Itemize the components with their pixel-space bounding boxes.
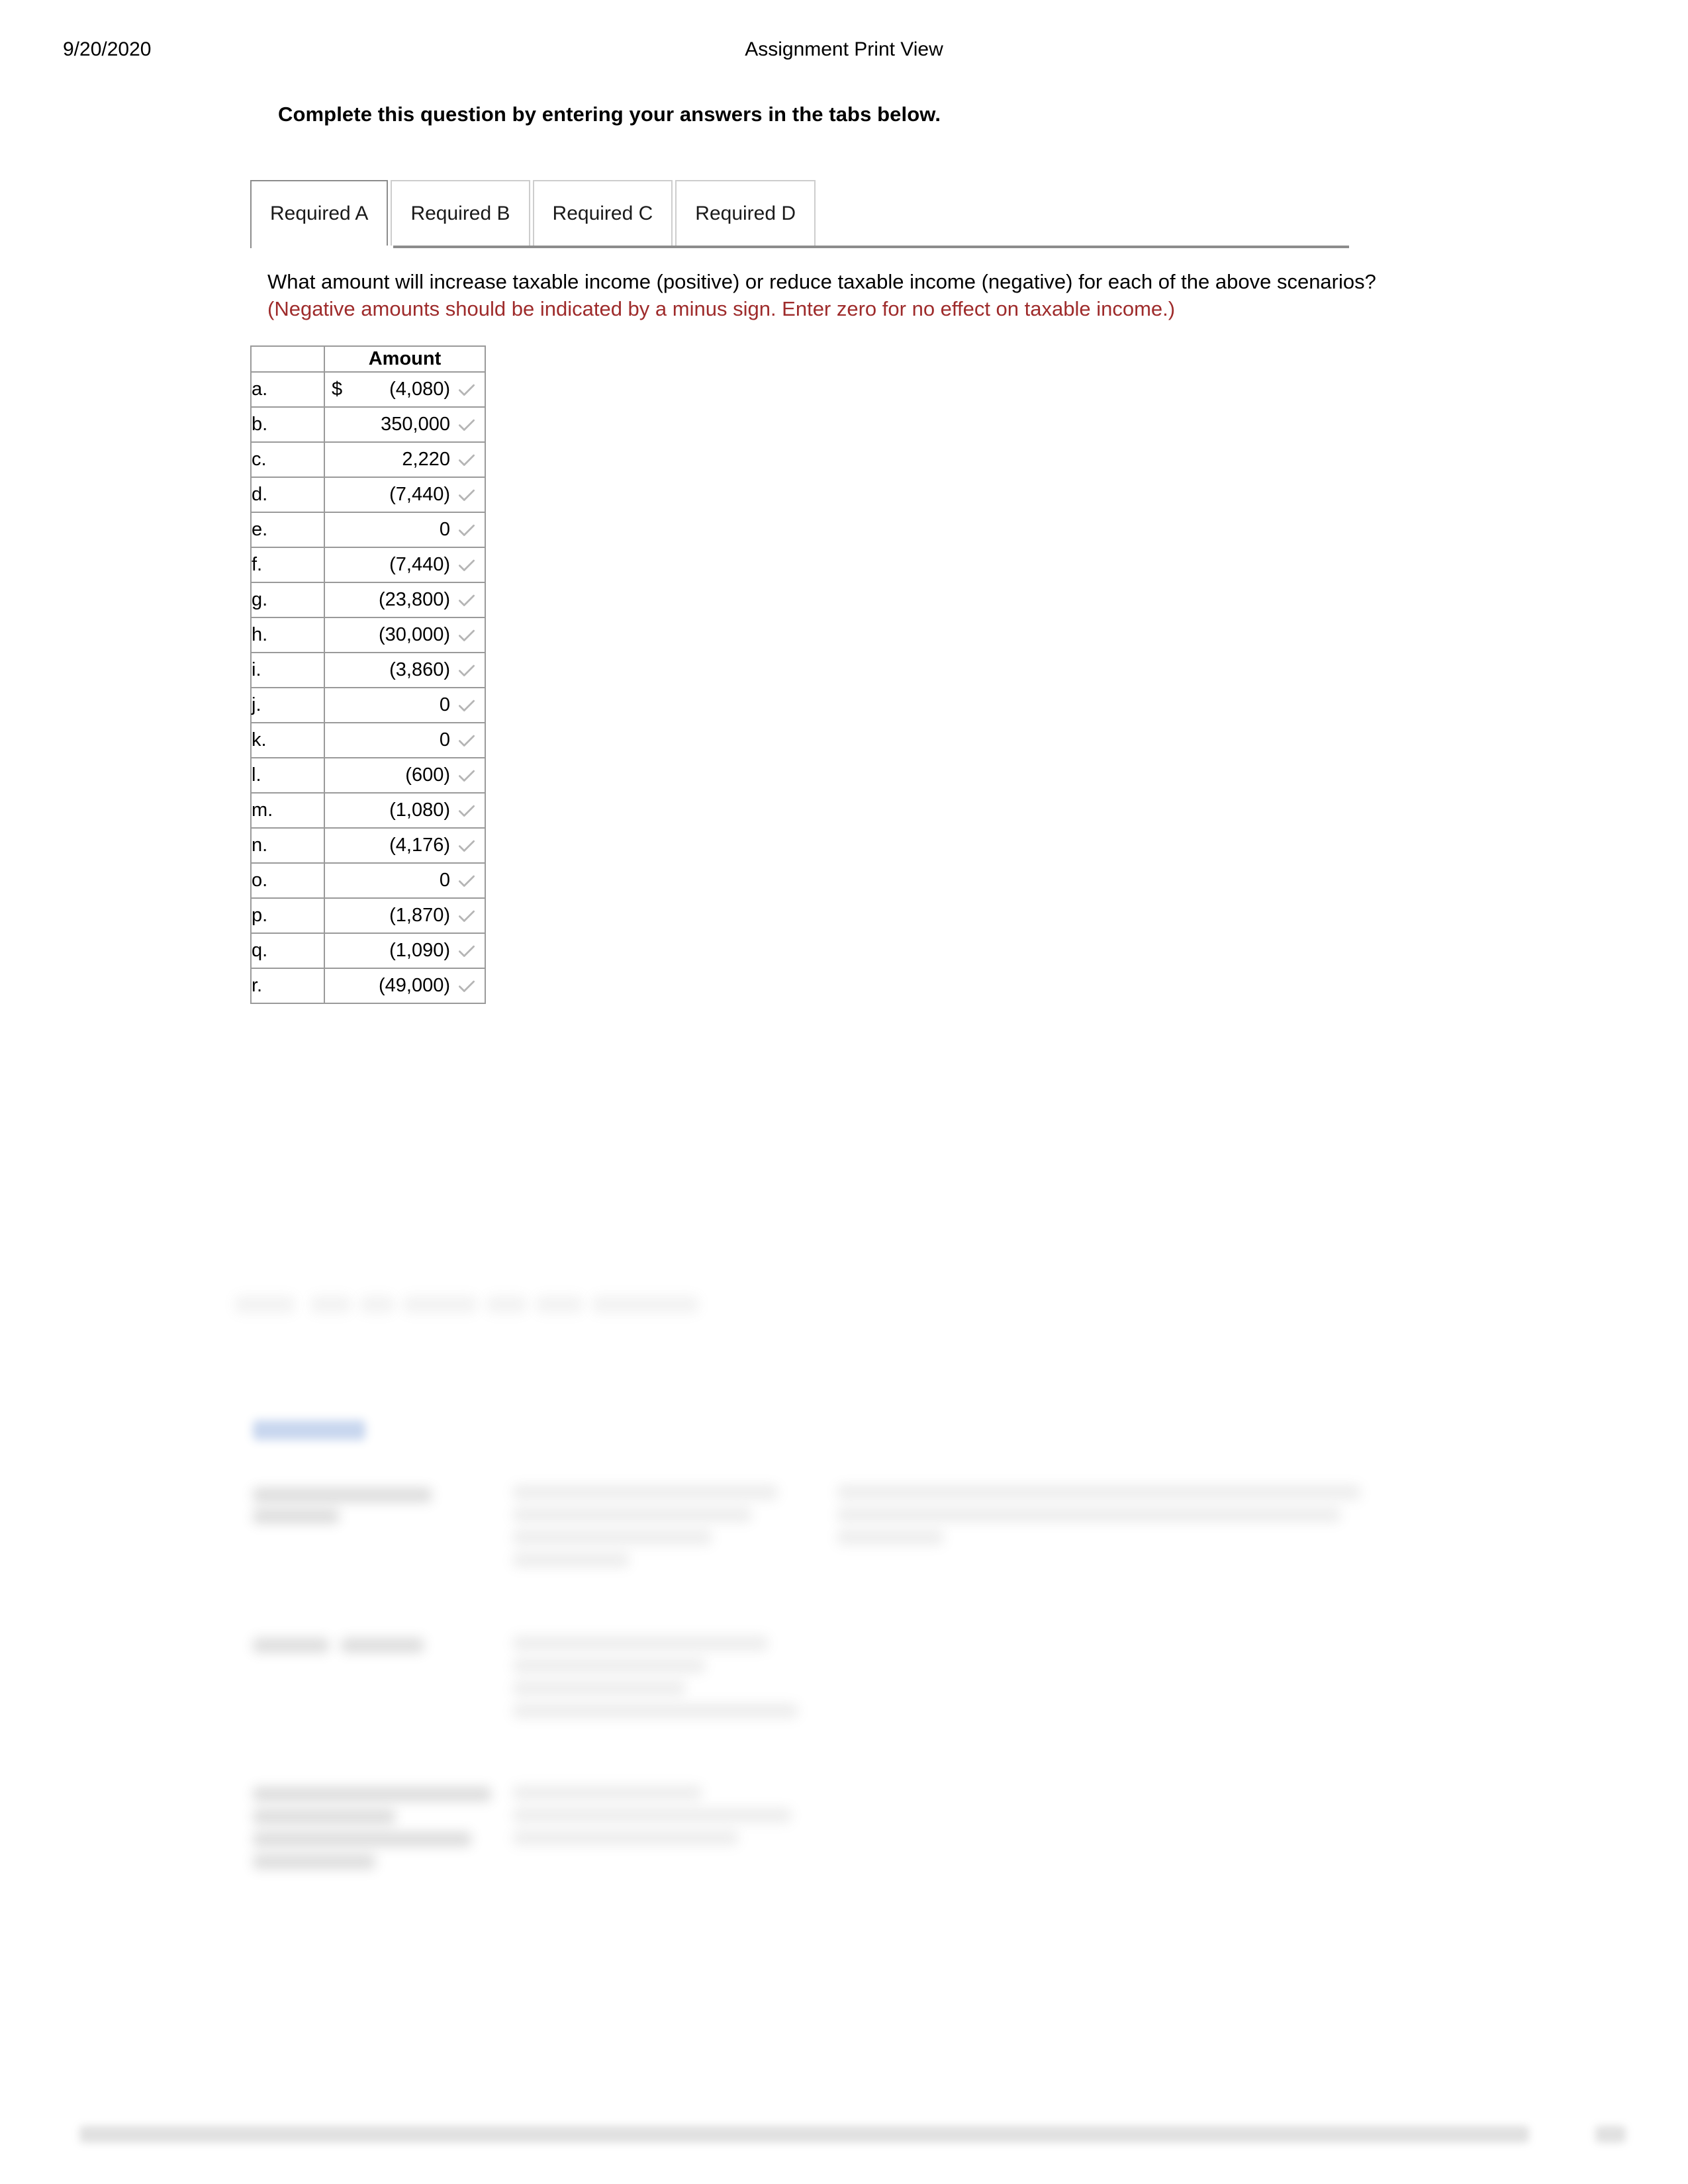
obscured-text-block xyxy=(837,1530,943,1545)
obscured-text-block xyxy=(513,1553,629,1567)
obscured-text-block xyxy=(513,1485,778,1500)
obscured-text-block xyxy=(837,1485,1360,1500)
obscured-text-block xyxy=(361,1296,394,1313)
obscured-heading-block xyxy=(253,1809,395,1824)
obscured-text-block xyxy=(513,1508,751,1522)
obscured-text-block xyxy=(513,1831,738,1845)
required-tabs: Required A Required B Required C Required D xyxy=(250,180,816,246)
obscured-content-layer xyxy=(0,0,1688,2184)
obscured-text-block xyxy=(513,1659,705,1673)
obscured-text-block xyxy=(311,1296,351,1313)
obscured-text-block xyxy=(837,1508,1340,1522)
obscured-heading-block xyxy=(253,1832,471,1846)
tab-row: Required A Required B Required C Required D xyxy=(250,180,816,246)
obscured-text-block xyxy=(513,1530,712,1545)
obscured-text-block xyxy=(592,1296,698,1313)
active-tab-rule-gap xyxy=(252,246,393,249)
obscured-text-block xyxy=(487,1296,526,1313)
obscured-heading-block xyxy=(253,1509,339,1524)
tab-underline-rule xyxy=(250,246,1349,248)
tab-required-a[interactable]: Required A xyxy=(250,180,389,246)
obscured-text-block xyxy=(404,1296,477,1313)
obscured-text-block xyxy=(513,1786,702,1800)
tab-required-d[interactable]: Required D xyxy=(675,180,816,246)
obscured-heading-block xyxy=(253,1488,432,1502)
obscured-text-block xyxy=(513,1636,768,1651)
obscured-text-block xyxy=(235,1296,295,1313)
obscured-heading-block xyxy=(341,1638,424,1653)
obscured-text-block xyxy=(513,1681,685,1696)
obscured-link[interactable] xyxy=(253,1420,365,1440)
obscured-text-block xyxy=(513,1808,791,1823)
obscured-text-block xyxy=(536,1296,583,1313)
obscured-footer-url xyxy=(79,2126,1529,2143)
obscured-heading-block xyxy=(253,1854,375,1869)
tab-required-b[interactable]: Required B xyxy=(391,180,530,246)
obscured-page-number xyxy=(1595,2126,1626,2143)
obscured-text-block xyxy=(513,1704,798,1718)
obscured-heading-block xyxy=(253,1638,329,1653)
tab-required-c[interactable]: Required C xyxy=(532,180,673,246)
obscured-heading-block xyxy=(253,1787,491,1801)
